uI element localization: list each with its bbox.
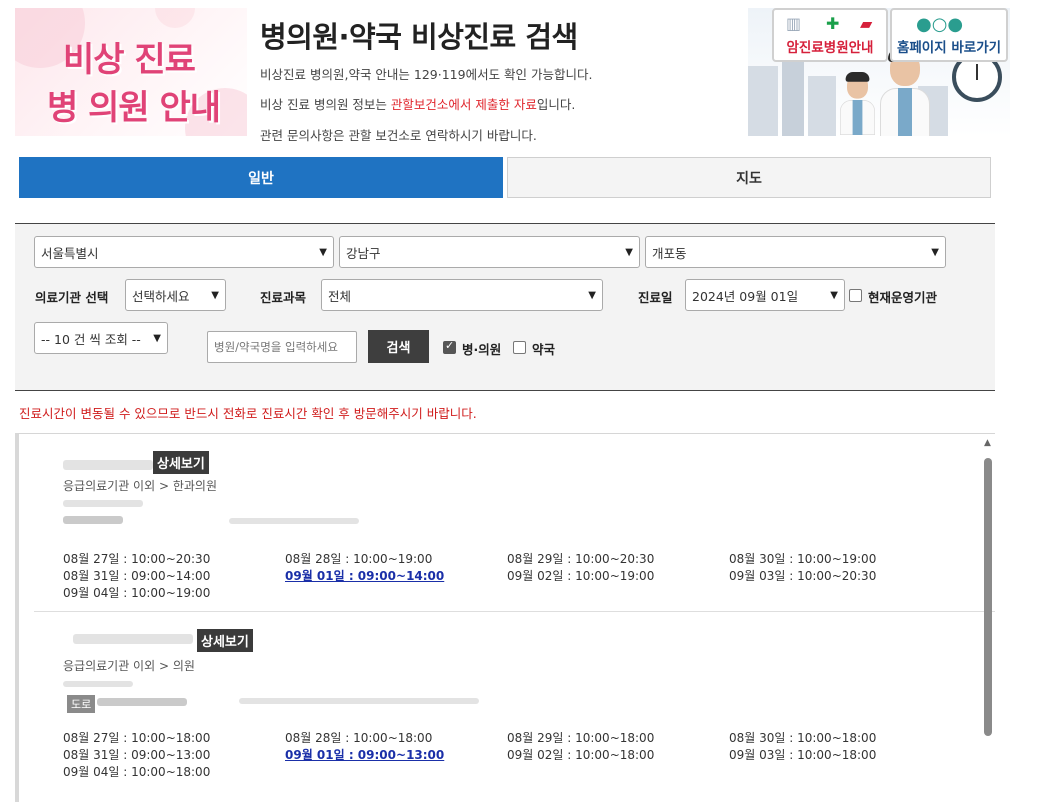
- chevron-down-icon: ▼: [588, 290, 596, 301]
- chevron-down-icon: ▼: [931, 247, 939, 258]
- hours-7: 09월 03일 : 10:00~18:00: [729, 748, 877, 762]
- info-line-1: 비상진료 병의원,약국 안내는 129·119에서도 확인 가능합니다.: [260, 67, 593, 82]
- ambulance-icon: ▰: [860, 14, 873, 33]
- dong-select[interactable]: 개포동 ▼: [645, 236, 946, 268]
- hospital-building-icon: ▥: [786, 14, 802, 33]
- banner-line1: 비상 진료: [63, 40, 196, 80]
- hours-0: 08월 27일 : 10:00~20:30: [63, 552, 211, 566]
- chevron-down-icon: ▼: [625, 247, 633, 258]
- blurred-phone: [63, 500, 143, 507]
- hours-3: 08월 30일 : 10:00~19:00: [729, 552, 877, 566]
- results-list: 상세보기 응급의료기관 이외 > 한과의원 08월 27일 : 10:00~20…: [15, 433, 995, 802]
- blurred-address: [97, 698, 187, 706]
- emergency-care-banner: 비상 진료 병 의원 안내: [15, 8, 247, 136]
- search-button[interactable]: 검색: [368, 330, 429, 363]
- pharmacy-checkbox[interactable]: [513, 341, 526, 354]
- cancer-hospital-button[interactable]: ▥ ✚ ▰ 암진료병원안내: [772, 8, 888, 62]
- hours-8: 09월 04일 : 10:00~18:00: [63, 765, 211, 779]
- hours-4: 08월 31일 : 09:00~14:00: [63, 569, 211, 583]
- chevron-down-icon: ▼: [211, 290, 219, 301]
- info-line-2: 비상 진료 병의원 정보는 관할보건소에서 제출한 자료입니다.: [260, 97, 576, 112]
- hours-2: 08월 29일 : 10:00~18:00: [507, 731, 655, 745]
- hours-7: 09월 03일 : 10:00~20:30: [729, 569, 877, 583]
- chevron-down-icon: ▼: [830, 290, 838, 301]
- department-select[interactable]: 전체 ▼: [321, 279, 603, 311]
- hours-2: 08월 29일 : 10:00~20:30: [507, 552, 655, 566]
- department-label: 진료과목: [260, 290, 307, 305]
- category-text: 응급의료기관 이외 > 의원: [63, 659, 195, 673]
- category-text: 응급의료기관 이외 > 한과의원: [63, 479, 217, 493]
- blurred-phone: [63, 681, 133, 687]
- district-select[interactable]: 강남구 ▼: [339, 236, 640, 268]
- homepage-button[interactable]: ●○● 홈페이지 바로가기: [890, 8, 1008, 62]
- egen-logo-icon: ●○●: [916, 14, 964, 35]
- date-label: 진료일: [638, 290, 673, 305]
- tab-general[interactable]: 일반: [19, 157, 503, 198]
- hospital-checkbox[interactable]: [443, 339, 456, 354]
- hours-notice: 진료시간이 변동될 수 있으므로 반드시 전화로 진료시간 확인 후 방문해주시…: [19, 406, 477, 421]
- hours-0: 08월 27일 : 10:00~18:00: [63, 731, 211, 745]
- blurred-name: [63, 460, 153, 470]
- hours-today-link[interactable]: 09월 01일 : 09:00~14:00: [285, 567, 444, 584]
- divider: [34, 611, 995, 612]
- road-address-tag: 도로: [67, 695, 96, 713]
- scroll-up-icon[interactable]: ▲: [984, 438, 991, 448]
- blurred-name: [73, 634, 193, 644]
- city-select[interactable]: 서울특별시 ▼: [34, 236, 334, 268]
- page-size-select[interactable]: -- 10 건 씩 조회 -- ▼: [34, 322, 168, 354]
- results-scrollbar[interactable]: ▲: [982, 438, 994, 802]
- hours-3: 08월 30일 : 10:00~18:00: [729, 731, 877, 745]
- blurred-address: [63, 516, 123, 524]
- search-panel: 서울특별시 ▼ 강남구 ▼ 개포동 ▼ 의료기관 선택 선택하세요 ▼ 진료과목 전체 ▼…: [15, 223, 995, 391]
- hours-6: 09월 02일 : 10:00~19:00: [507, 569, 655, 583]
- hours-today-link[interactable]: 09월 01일 : 09:00~13:00: [285, 746, 444, 763]
- info-line-3: 관련 문의사항은 관할 보건소로 연락하시기 바랍니다.: [260, 128, 537, 143]
- hours-6: 09월 02일 : 10:00~18:00: [507, 748, 655, 762]
- detail-button[interactable]: 상세보기: [197, 629, 253, 652]
- chevron-down-icon: ▼: [153, 333, 161, 344]
- detail-button[interactable]: 상세보기: [153, 451, 209, 474]
- pharmacy-label: 약국: [532, 342, 556, 357]
- page-root: 비상 진료 병 의원 안내 병의원·약국 비상진료 검색 비상진료 병의원,약국…: [0, 0, 1056, 802]
- hours-1: 08월 28일 : 10:00~19:00: [285, 552, 433, 566]
- banner-line2: 병 의원 안내: [47, 88, 221, 128]
- doctor-banner: ▥ ✚ ▰ 암진료병원안내 ●○● 홈페이지 바로가기: [748, 8, 1010, 136]
- open-now-checkbox[interactable]: [849, 289, 862, 302]
- date-select[interactable]: 2024년 09월 01일 ▼: [685, 279, 845, 311]
- chevron-down-icon: ▼: [319, 247, 327, 258]
- hours-4: 08월 31일 : 09:00~13:00: [63, 748, 211, 762]
- doctor-figure-small: [840, 72, 875, 135]
- scroll-thumb[interactable]: [984, 458, 992, 736]
- open-now-label: 현재운영기관: [868, 290, 938, 305]
- tab-map[interactable]: 지도: [507, 157, 991, 198]
- hours-1: 08월 28일 : 10:00~18:00: [285, 731, 433, 745]
- hospital-label: 병·의원: [462, 342, 502, 357]
- page-title: 병의원·약국 비상진료 검색: [260, 20, 578, 54]
- medical-cross-icon: ✚: [826, 14, 840, 33]
- institution-label: 의료기관 선택: [35, 290, 109, 305]
- hours-8: 09월 04일 : 10:00~19:00: [63, 586, 211, 600]
- blurred-address-2: [229, 518, 359, 524]
- name-search-input[interactable]: 병원/약국명을 입력하세요: [207, 331, 357, 363]
- institution-select[interactable]: 선택하세요 ▼: [125, 279, 226, 311]
- info-line-2-highlight: 관할보건소에서 제출한 자료: [390, 97, 537, 112]
- blurred-address-2: [239, 698, 479, 704]
